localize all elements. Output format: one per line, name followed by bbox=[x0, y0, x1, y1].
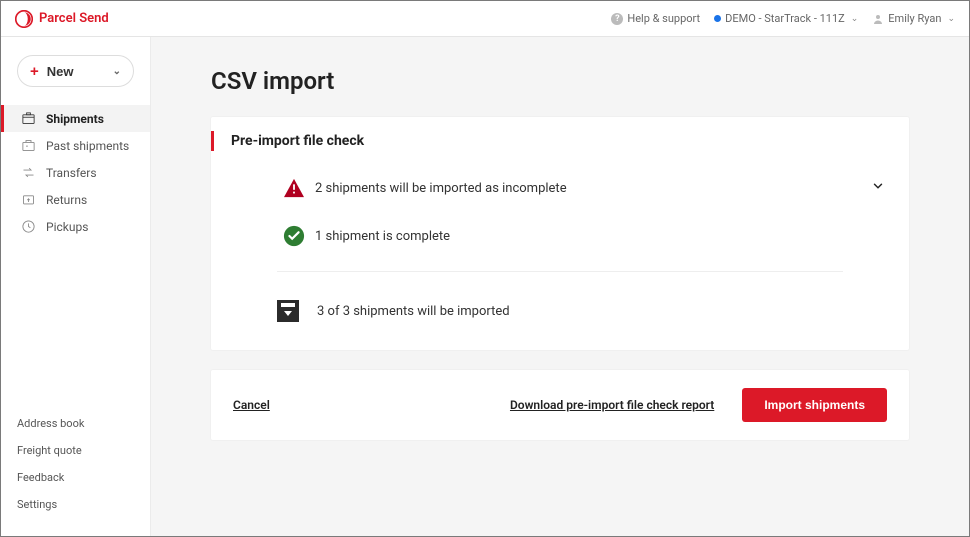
link-freight-quote[interactable]: Freight quote bbox=[17, 437, 134, 464]
primary-nav: Shipments Past shipments Transfers Retur… bbox=[1, 105, 150, 240]
summary-row: 3 of 3 shipments will be imported bbox=[211, 284, 909, 350]
sidebar: + New ⌄ Shipments Past shipments Transfe… bbox=[1, 37, 151, 536]
nav-label: Transfers bbox=[46, 166, 97, 180]
divider bbox=[277, 271, 843, 272]
check-circle-icon bbox=[283, 225, 305, 247]
account-label: DEMO - StarTrack - 111Z bbox=[725, 12, 845, 25]
help-support-link[interactable]: ? Help & support bbox=[611, 12, 700, 25]
new-button[interactable]: + New ⌄ bbox=[17, 55, 134, 87]
nav-pickups[interactable]: Pickups bbox=[1, 213, 150, 240]
link-address-book[interactable]: Address book bbox=[17, 410, 134, 437]
chevron-down-icon bbox=[871, 179, 885, 193]
nav-label: Returns bbox=[46, 193, 87, 207]
brand-logo[interactable]: Parcel Send bbox=[15, 10, 109, 28]
past-shipments-icon bbox=[21, 138, 36, 153]
pickups-icon bbox=[21, 219, 36, 234]
status-incomplete-text: 2 shipments will be imported as incomple… bbox=[315, 181, 567, 196]
expand-incomplete[interactable] bbox=[867, 175, 889, 201]
help-icon: ? bbox=[611, 13, 623, 25]
brand-icon bbox=[15, 10, 33, 28]
preimport-card: Pre-import file check 2 shipments will b… bbox=[211, 117, 909, 350]
nav-label: Past shipments bbox=[46, 139, 129, 153]
status-dot-icon bbox=[714, 15, 721, 22]
main-layout: + New ⌄ Shipments Past shipments Transfe… bbox=[1, 37, 969, 536]
new-label: New bbox=[47, 64, 74, 79]
status-complete-text: 1 shipment is complete bbox=[315, 229, 450, 244]
user-icon bbox=[872, 13, 884, 25]
returns-icon bbox=[21, 192, 36, 207]
chevron-down-icon: ⌄ bbox=[113, 66, 121, 77]
chevron-down-icon: ⌄ bbox=[947, 14, 955, 24]
import-shipments-button[interactable]: Import shipments bbox=[742, 388, 887, 422]
sidebar-secondary: Address book Freight quote Feedback Sett… bbox=[1, 402, 150, 536]
chevron-down-icon: ⌄ bbox=[851, 14, 859, 24]
card-title: Pre-import file check bbox=[211, 117, 909, 163]
nav-transfers[interactable]: Transfers bbox=[1, 159, 150, 186]
link-settings[interactable]: Settings bbox=[17, 491, 134, 518]
user-menu[interactable]: Emily Ryan ⌄ bbox=[872, 12, 955, 25]
nav-returns[interactable]: Returns bbox=[1, 186, 150, 213]
nav-past-shipments[interactable]: Past shipments bbox=[1, 132, 150, 159]
summary-text: 3 of 3 shipments will be imported bbox=[317, 304, 510, 319]
save-icon bbox=[277, 300, 299, 322]
account-switcher[interactable]: DEMO - StarTrack - 111Z ⌄ bbox=[714, 12, 858, 25]
help-label: Help & support bbox=[627, 12, 700, 25]
nav-label: Shipments bbox=[46, 112, 104, 126]
page-title: CSV import bbox=[211, 67, 909, 95]
cancel-link[interactable]: Cancel bbox=[233, 398, 270, 412]
shipments-icon bbox=[21, 111, 36, 126]
app-header: Parcel Send ? Help & support DEMO - Star… bbox=[1, 1, 969, 37]
warning-icon bbox=[283, 178, 305, 198]
user-name: Emily Ryan bbox=[888, 12, 941, 25]
content-area: CSV import Pre-import file check 2 shipm… bbox=[151, 37, 969, 536]
status-complete-row: 1 shipment is complete bbox=[211, 213, 909, 259]
footer-actions: Cancel Download pre-import file check re… bbox=[211, 370, 909, 440]
status-incomplete-row: 2 shipments will be imported as incomple… bbox=[211, 163, 909, 213]
download-report-link[interactable]: Download pre-import file check report bbox=[510, 398, 714, 412]
plus-icon: + bbox=[30, 64, 39, 79]
nav-label: Pickups bbox=[46, 220, 88, 234]
transfers-icon bbox=[21, 165, 36, 180]
link-feedback[interactable]: Feedback bbox=[17, 464, 134, 491]
nav-shipments[interactable]: Shipments bbox=[1, 105, 150, 132]
brand-name: Parcel Send bbox=[39, 11, 109, 26]
